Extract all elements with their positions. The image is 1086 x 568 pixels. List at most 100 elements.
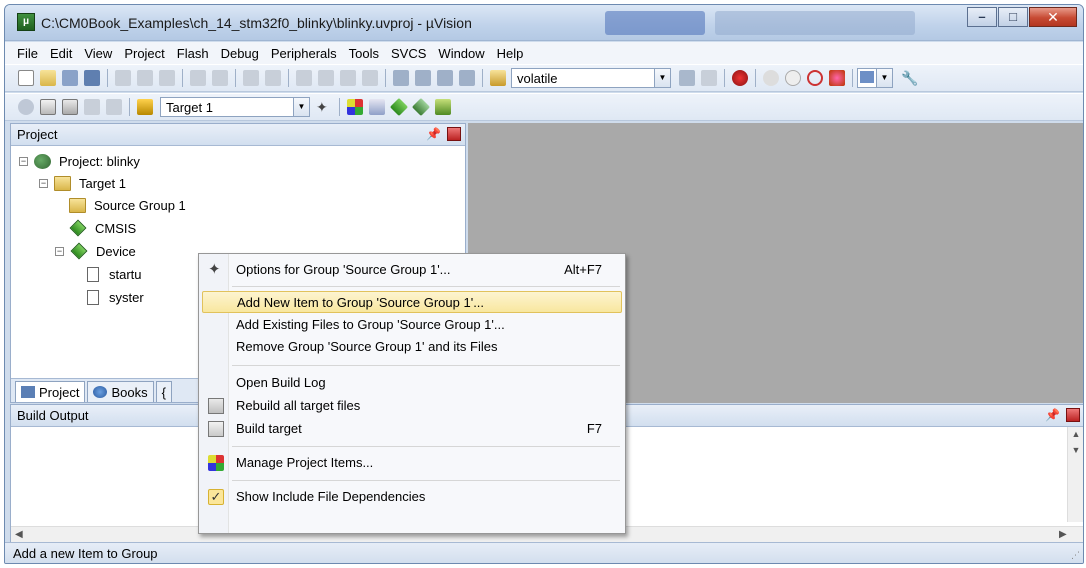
tree-item-target[interactable]: − Target 1 [39,173,126,193]
pin-icon[interactable]: 📌 [426,127,441,141]
paste-icon[interactable] [159,70,175,86]
cut-icon[interactable] [115,70,131,86]
debug-session-icon[interactable] [732,70,748,86]
window-layout-combo[interactable]: ▼ [857,68,893,88]
tree-item-source-group[interactable]: Source Group 1 [69,195,186,215]
menu-svcs[interactable]: SVCS [385,46,432,61]
menu-item-show-include-deps[interactable]: ✓ Show Include File Dependencies [202,486,622,508]
vertical-scrollbar[interactable]: ▲ ▼ [1067,427,1083,522]
tree-item-cmsis[interactable]: CMSIS [69,218,136,238]
pack-update-icon[interactable] [435,99,451,115]
scroll-left-icon[interactable]: ◀ [15,529,23,540]
select-packs-icon[interactable] [369,99,385,115]
pack-installer-icon[interactable] [411,97,431,117]
panel-close-icon[interactable] [1066,408,1080,422]
open-file-icon[interactable] [40,70,56,86]
scroll-right-icon[interactable]: ▶ [1059,529,1067,540]
wrench-icon[interactable]: 🔧 [901,70,918,86]
menu-window[interactable]: Window [432,46,490,61]
menu-item-rebuild-all[interactable]: Rebuild all target files [202,395,622,417]
scroll-up-icon[interactable]: ▲ [1068,429,1083,439]
undo-icon[interactable] [190,70,206,86]
menu-debug[interactable]: Debug [215,46,265,61]
chevron-down-icon[interactable]: ▼ [876,69,892,87]
uvision-app-icon[interactable]: μ [17,13,35,31]
maximize-button[interactable]: □ [998,7,1028,27]
tab-functions[interactable]: { [155,381,172,402]
menu-item-add-new-item[interactable]: Add New Item to Group 'Source Group 1'..… [202,291,622,313]
save-all-icon[interactable] [84,70,100,86]
new-file-icon[interactable] [18,70,34,86]
stop-build-icon[interactable] [106,99,122,115]
menu-peripherals[interactable]: Peripherals [265,46,343,61]
collapse-icon[interactable]: − [39,178,48,188]
find-in-files-icon[interactable] [490,70,506,86]
panel-close-icon[interactable] [447,127,461,141]
menu-item-remove-group[interactable]: Remove Group 'Source Group 1' and its Fi… [202,336,622,358]
download-icon[interactable] [137,99,153,115]
menu-item-shortcut: F7 [586,421,602,436]
menu-item-open-build-log[interactable]: Open Build Log [202,372,622,394]
nav-back-icon[interactable] [243,70,259,86]
tree-item-device[interactable]: − Device [55,241,136,261]
menu-item-build-target[interactable]: Build target F7 [202,418,622,440]
save-icon[interactable] [62,70,78,86]
tree-item-project[interactable]: − Project: blinky [19,151,140,171]
menu-item-options-for-group[interactable]: ✦ Options for Group 'Source Group 1'... … [202,259,622,281]
collapse-icon[interactable]: − [55,246,64,256]
resize-grip-icon[interactable]: ⋰ [1071,550,1080,561]
incremental-find-icon[interactable] [701,70,717,86]
find-icon[interactable] [679,70,695,86]
chevron-down-icon[interactable]: ▼ [654,69,670,87]
configure-icon[interactable] [829,70,845,86]
chevron-down-icon[interactable]: ▼ [293,98,309,116]
window-controls: – □ ✕ [966,7,1077,27]
menu-project[interactable]: Project [118,46,170,61]
target-options-icon[interactable]: ✦ [316,99,332,115]
tab-project[interactable]: Project [15,381,86,402]
menu-item-manage-project-items[interactable]: Manage Project Items... [202,452,622,474]
menu-tools[interactable]: Tools [343,46,385,61]
title-bar[interactable]: μ C:\CM0Book_Examples\ch_14_stm32f0_blin… [5,5,1083,41]
next-bookmark-icon[interactable] [340,70,356,86]
bookmark-icon[interactable] [296,70,312,86]
menu-view[interactable]: View [78,46,118,61]
title-bar-decoration [605,11,705,35]
indent-icon[interactable] [393,70,409,86]
disable-breakpoint-icon[interactable] [785,70,801,86]
manage-rte-icon[interactable] [389,97,409,117]
redo-icon[interactable] [212,70,228,86]
tab-books[interactable]: Books [87,381,154,402]
tree-item-startup-file[interactable]: startu [87,264,142,284]
batch-build-icon[interactable] [84,99,100,115]
comment-icon[interactable] [437,70,453,86]
menu-help[interactable]: Help [491,46,530,61]
menu-file[interactable]: File [11,46,44,61]
kill-breakpoints-icon[interactable] [807,70,823,86]
target-combo[interactable]: Target 1 ▼ [160,97,310,117]
menu-flash[interactable]: Flash [171,46,215,61]
build-icon[interactable] [40,99,56,115]
minimize-button[interactable]: – [967,7,997,27]
menu-edit[interactable]: Edit [44,46,78,61]
copy-icon[interactable] [137,70,153,86]
menu-item-add-existing-files[interactable]: Add Existing Files to Group 'Source Grou… [202,314,622,336]
close-button[interactable]: ✕ [1029,7,1077,27]
pin-icon[interactable]: 📌 [1045,408,1060,422]
status-bar: Add a new Item to Group ⋰ [5,542,1083,563]
tree-item-system-file[interactable]: syster [87,287,144,307]
find-combo[interactable]: volatile ▼ [511,68,671,88]
unindent-icon[interactable] [415,70,431,86]
manage-project-items-icon[interactable] [347,99,363,115]
scroll-down-icon[interactable]: ▼ [1068,445,1083,455]
prev-bookmark-icon[interactable] [318,70,334,86]
translate-icon[interactable] [18,99,34,115]
file-icon [87,289,99,305]
breakpoint-icon[interactable] [763,70,779,86]
clear-bookmarks-icon[interactable] [362,70,378,86]
rebuild-icon[interactable] [62,99,78,115]
collapse-icon[interactable]: − [19,156,28,166]
nav-forward-icon[interactable] [265,70,281,86]
uncomment-icon[interactable] [459,70,475,86]
menu-item-label: Build target [236,421,302,436]
